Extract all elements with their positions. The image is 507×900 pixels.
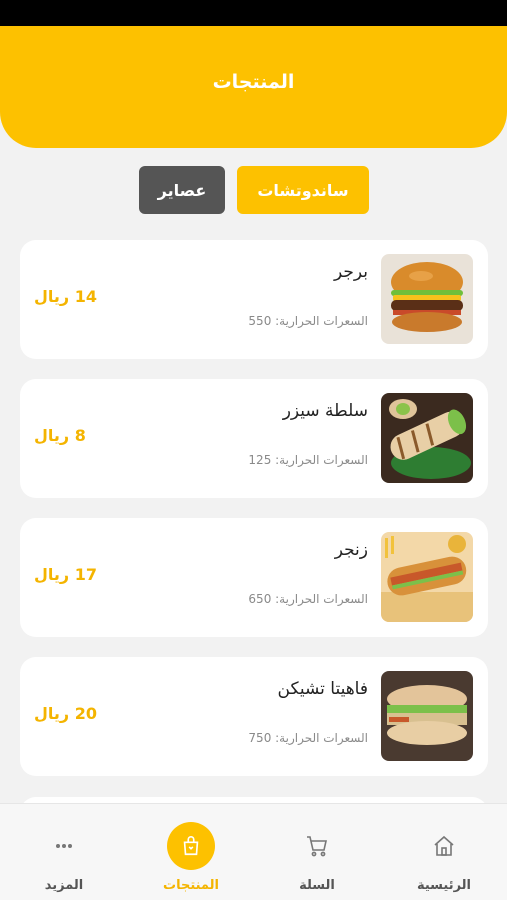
nav-label: السلة: [299, 878, 335, 893]
product-card[interactable]: زنجر السعرات الحرارية: 650 17 ريال: [20, 518, 488, 637]
product-name: فاهيتا تشيكن: [277, 679, 368, 699]
product-calories: السعرات الحرارية: 125: [248, 453, 368, 467]
product-card[interactable]: سلطة سيزر السعرات الحرارية: 125 8 ريال: [20, 379, 488, 498]
nav-label: المزيد: [44, 878, 84, 893]
header: المنتجات: [0, 26, 507, 148]
status-bar: [0, 0, 507, 26]
product-card[interactable]: برجر السعرات الحرارية: 550 14 ريال: [20, 240, 488, 359]
products-bag-icon: [167, 822, 215, 870]
product-calories: السعرات الحرارية: 750: [248, 731, 368, 745]
nav-label: المنتجات: [163, 878, 219, 893]
home-icon: [420, 822, 468, 870]
product-name: زنجر: [334, 540, 368, 560]
product-calories: السعرات الحرارية: 650: [248, 592, 368, 606]
nav-more[interactable]: المزيد: [9, 804, 119, 900]
tab-sandwiches[interactable]: ساندوتشات: [237, 166, 369, 214]
nav-cart[interactable]: السلة: [262, 804, 372, 900]
nav-products[interactable]: المنتجات: [136, 804, 246, 900]
bottom-nav: الرئيسية السلة المنتجات المزيد: [0, 803, 507, 900]
cart-icon: [293, 822, 341, 870]
zinger-image: [381, 532, 473, 622]
fajita-image: [381, 671, 473, 761]
wrap-image: [381, 393, 473, 483]
more-dots-icon: [40, 822, 88, 870]
product-calories: السعرات الحرارية: 550: [248, 314, 368, 328]
product-price: 20 ريال: [34, 704, 97, 723]
page-title: المنتجات: [212, 71, 295, 93]
nav-active-indicator: [167, 822, 215, 870]
nav-label: الرئيسية: [416, 878, 472, 893]
burger-image: [381, 254, 473, 344]
nav-home[interactable]: الرئيسية: [389, 804, 499, 900]
tab-juices[interactable]: عصاير: [139, 166, 225, 214]
product-price: 17 ريال: [34, 565, 97, 584]
product-name: برجر: [334, 262, 368, 282]
product-name: سلطة سيزر: [282, 401, 368, 421]
product-card[interactable]: فاهيتا تشيكن السعرات الحرارية: 750 20 ري…: [20, 657, 488, 776]
product-price: 14 ريال: [34, 287, 97, 306]
product-price: 8 ريال: [34, 426, 86, 445]
